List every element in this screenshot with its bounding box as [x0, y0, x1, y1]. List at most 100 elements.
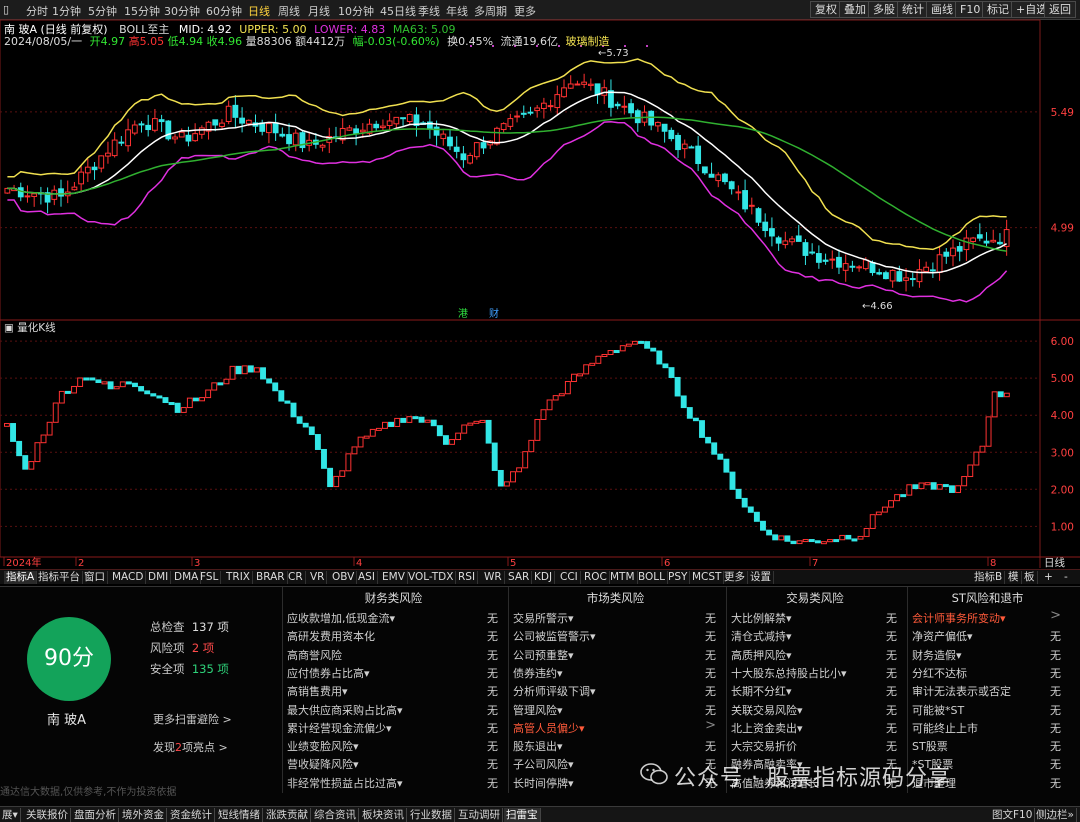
risk-row[interactable]: 高销售费用▾ 无 [287, 681, 498, 699]
risk-item-value: 无 [487, 685, 498, 699]
header-line-2: 2024/08/05/一 开4.97 高5.05 低4.94 收4.96 量88… [4, 33, 610, 49]
indicator-tab-3[interactable]: MACD [110, 571, 147, 584]
risk-item-name: 业绩变脸风险▾ [287, 740, 359, 754]
indicator-tab-5[interactable]: DMA [172, 571, 202, 584]
risk-row[interactable]: 营收疑降风险▾ 无 [287, 754, 498, 772]
highlights-link[interactable]: 发现2项亮点 > [153, 739, 228, 755]
candle-body [58, 188, 64, 197]
indicator-tab-25[interactable]: 更多 [722, 571, 748, 584]
bottom-right-tab-0[interactable]: 图文F10 [990, 808, 1036, 822]
bottom-tab-1[interactable]: 关联报价 [24, 808, 71, 822]
risk-row[interactable]: 会计师事务所变动▾ > [912, 608, 1061, 626]
risk-row[interactable]: 清仓式减持▾ 无 [731, 626, 897, 644]
risk-row[interactable]: 分析师评级下调▾ 无 [513, 681, 716, 699]
chart-area[interactable]: 5.49 4.99 ←5.73 ←4.66 港 财 ▣ 量化K线 6.00 5.00 4.00 3.… [0, 0, 1080, 568]
bottom-tab-8[interactable]: 板块资讯 [360, 808, 407, 822]
indicator-tabs: 指标A 指标平台 窗口 MACD DMI DMA FSL TRIX BRAR CR VR OBV ASI… [0, 557, 1080, 584]
bottom-tab-4[interactable]: 资金统计 [168, 808, 215, 822]
indicator-tab-2[interactable]: 窗口 [82, 571, 108, 584]
bottom-tab-7[interactable]: 综合资讯 [312, 808, 359, 822]
bottom-tab-10[interactable]: 互动调研 [456, 808, 503, 822]
indicator-tab-12[interactable]: ASI [356, 571, 378, 584]
risk-row[interactable]: 关联交易风险▾ 无 [731, 700, 897, 718]
risk-row[interactable]: 业绩变脸风险▾ 无 [287, 736, 498, 754]
risk-row[interactable]: 长期不分红▾ 无 [731, 681, 897, 699]
indicator-tab-18[interactable]: KDJ [532, 571, 556, 584]
risk-row[interactable]: 审计无法表示或否定 无 [912, 681, 1061, 699]
bottom-tab-2[interactable]: 盘面分析 [72, 808, 119, 822]
indicator-tab-20[interactable]: ROC [582, 571, 610, 584]
indicator-tab-24[interactable]: MCST [690, 571, 725, 584]
indicator-right-tab-2[interactable]: 板 [1022, 571, 1038, 584]
indicator-tab-19[interactable]: CCI [558, 571, 581, 584]
zoom-in-button[interactable]: + [1042, 571, 1055, 584]
indicator-tab-7[interactable]: TRIX [224, 571, 253, 584]
risk-item-value: 无 [886, 612, 897, 625]
risk-row[interactable]: 十大股东总持股占比小▾ 无 [731, 663, 897, 681]
indicator-tab-11[interactable]: OBV [330, 571, 358, 584]
indicator-tab-0[interactable]: 指标A [4, 571, 38, 584]
risk-row[interactable]: 管理风险▾ 无 [513, 700, 716, 718]
risk-row[interactable]: 可能被*ST 无 [912, 700, 1061, 718]
more-scan-link[interactable]: 更多扫雷避险 > [153, 711, 232, 727]
risk-row[interactable]: 可能终止上市 无 [912, 718, 1061, 736]
bottom-right-tab-1[interactable]: 侧边栏» [1034, 808, 1077, 822]
candle-body [500, 123, 507, 131]
indicator-tab-16[interactable]: WR [482, 571, 505, 584]
indicator-tab-21[interactable]: MTM [608, 571, 638, 584]
candle-body [614, 103, 621, 107]
risk-row[interactable]: 大比例解禁▾ 无 [731, 608, 897, 626]
indicator-tab-9[interactable]: CR [286, 571, 306, 584]
bottom-tab-9[interactable]: 行业数据 [408, 808, 455, 822]
risk-row[interactable]: 累计经营现金流偏少▾ 无 [287, 718, 498, 736]
risk-row[interactable]: 高研发费用资本化 无 [287, 626, 498, 644]
indicator-tab-26[interactable]: 设置 [748, 571, 774, 584]
indicator-title[interactable]: ▣ 量化K线 [4, 321, 56, 334]
risk-row[interactable]: 高商誉风险 无 [287, 645, 498, 663]
risk-row[interactable]: 非经常性损益占比过高▾ 无 [287, 773, 498, 791]
indicator-tab-10[interactable]: VR [308, 571, 328, 584]
risk-row[interactable]: 财务造假▾ 无 [912, 645, 1061, 663]
indicator-tab-22[interactable]: BOLL [636, 571, 668, 584]
stat-total-label: 总检查 [150, 620, 185, 634]
risk-row[interactable]: 分红不达标 无 [912, 663, 1061, 681]
indicator-bar [717, 453, 724, 460]
risk-row[interactable]: 应付债券占比高▾ 无 [287, 663, 498, 681]
indicator-right-tab-1[interactable]: 模 [1006, 571, 1022, 584]
event-marker-fin[interactable]: 财 [489, 307, 499, 320]
risk-row[interactable]: 公司被监管警示▾ 无 [513, 626, 716, 644]
indicator-tab-15[interactable]: RSI [456, 571, 479, 584]
indicator-tab-6[interactable]: FSL [198, 571, 222, 584]
candle-body [219, 122, 225, 128]
indicator-bar [662, 363, 669, 369]
bottom-tab-5[interactable]: 短线情绪 [216, 808, 263, 822]
indicator-tab-1[interactable]: 指标平台 [36, 571, 83, 584]
indicator-tab-17[interactable]: SAR [506, 571, 533, 584]
risk-row[interactable]: 债券违约▾ 无 [513, 663, 716, 681]
risk-row[interactable]: 最大供应商采购占比高▾ 无 [287, 700, 498, 718]
event-marker-hk[interactable]: 港 [458, 308, 468, 320]
risk-row[interactable]: 应收款增加,低现金流▾ 无 [287, 608, 498, 626]
bottom-tab-6[interactable]: 涨跌贡献 [264, 808, 311, 822]
zoom-out-button[interactable]: - [1062, 571, 1070, 584]
risk-row[interactable]: 北上资金卖出▾ 无 [731, 718, 897, 736]
bottom-tab-0[interactable]: 展▾ [0, 808, 21, 822]
risk-row[interactable]: 净资产偏低▾ 无 [912, 626, 1061, 644]
indicator-right-tab-0[interactable]: 指标B [972, 571, 1006, 584]
risk-row[interactable]: 大宗交易折价 无 [731, 736, 897, 754]
indicator-tab-4[interactable]: DMI [146, 571, 172, 584]
indicator-tab-23[interactable]: PSY [666, 571, 691, 584]
bottom-tab-11[interactable]: 扫雷宝 [504, 808, 541, 822]
risk-row[interactable]: ST股票 无 [912, 736, 1061, 754]
risk-item-value: 无 [1050, 758, 1061, 772]
indicator-tab-8[interactable]: BRAR [254, 571, 288, 584]
risk-row[interactable]: 高管人员偏少▾ > [513, 718, 716, 736]
quote-sector[interactable]: 玻璃制造 [566, 35, 610, 48]
risk-row[interactable]: 交易所警示▾ 无 [513, 608, 716, 626]
bottom-tab-3[interactable]: 境外资金 [120, 808, 167, 822]
risk-row[interactable]: 高质押风险▾ 无 [731, 645, 897, 663]
indicator-tab-14[interactable]: VOL-TDX [406, 571, 457, 584]
indicator-tab-13[interactable]: EMV [380, 571, 408, 584]
risk-row[interactable]: 股东退出▾ 无 [513, 736, 716, 754]
risk-row[interactable]: 公司预重整▾ 无 [513, 645, 716, 663]
